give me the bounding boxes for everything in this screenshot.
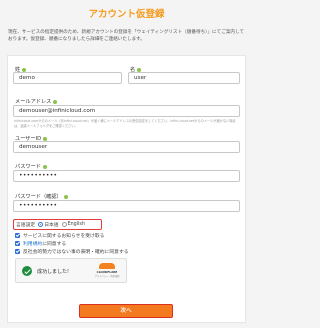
captcha-links[interactable]: プライバシー · 利用規約 — [94, 274, 120, 278]
required-icon — [43, 136, 48, 141]
email-input[interactable]: demouser@infinicloud.com — [13, 105, 240, 117]
required-icon — [53, 99, 58, 104]
checkbox-antisocial-label: 反社会的勢力ではない事の表明・確約に同意する — [23, 250, 129, 255]
cloudflare-logo: CLOUDFLARE プライバシー · 利用規約 — [94, 263, 120, 280]
checkbox-terms-label: に同意する — [42, 242, 67, 247]
captcha-widget[interactable]: 成功しました! CLOUDFLARE プライバシー · 利用規約 — [15, 258, 127, 283]
checkbox-mail[interactable] — [15, 233, 20, 238]
language-option-english[interactable]: English — [68, 222, 85, 227]
terms-link[interactable]: 利用規約 — [23, 240, 42, 247]
password-input[interactable]: •••••••••• — [13, 170, 240, 182]
captcha-status: 成功しました! — [37, 269, 70, 275]
user-id-input[interactable]: demouser — [13, 141, 240, 153]
first-name-input[interactable]: user — [128, 72, 240, 84]
last-name-input[interactable]: demo — [13, 72, 122, 84]
checkbox-mail-label: サービスに関するお知らせを受け取る — [23, 234, 105, 239]
required-icon — [63, 194, 68, 199]
password-confirm-label: パスワード（確認） — [15, 193, 68, 200]
radio-japanese[interactable] — [38, 222, 44, 227]
next-button[interactable]: 次へ — [79, 304, 173, 318]
password-label: パスワード — [15, 163, 47, 170]
language-option-japanese[interactable]: 日本語 — [44, 221, 58, 228]
email-label: メールアドレス — [15, 98, 58, 105]
required-icon — [22, 67, 27, 72]
radio-english[interactable] — [61, 222, 67, 227]
checkbox-mail-row[interactable]: サービスに関するお知らせを受け取る — [15, 232, 104, 239]
password-confirm-input[interactable]: •••••••••• — [13, 200, 240, 212]
checkbox-terms[interactable] — [15, 241, 20, 246]
intro-text: 現在、サービスの指定提供のため、新規アカウントの登録を「ウェイティングリスト（順… — [8, 30, 245, 42]
language-setting: 言語設定 日本語 English — [16, 221, 85, 228]
required-icon — [42, 164, 47, 169]
success-check-icon — [22, 266, 32, 276]
email-hint: infinicloud.comからのメール（@infini-cloud.net）… — [14, 119, 236, 128]
page-title: アカウント仮登録 — [88, 9, 165, 20]
cloud-icon — [99, 263, 115, 269]
checkbox-antisocial[interactable] — [15, 249, 20, 254]
checkbox-terms-row[interactable]: 利用規約 に同意する — [15, 240, 66, 247]
required-icon — [137, 67, 142, 72]
language-label: 言語設定 — [16, 223, 36, 228]
checkbox-antisocial-row[interactable]: 反社会的勢力ではない事の表明・確約に同意する — [15, 248, 129, 255]
